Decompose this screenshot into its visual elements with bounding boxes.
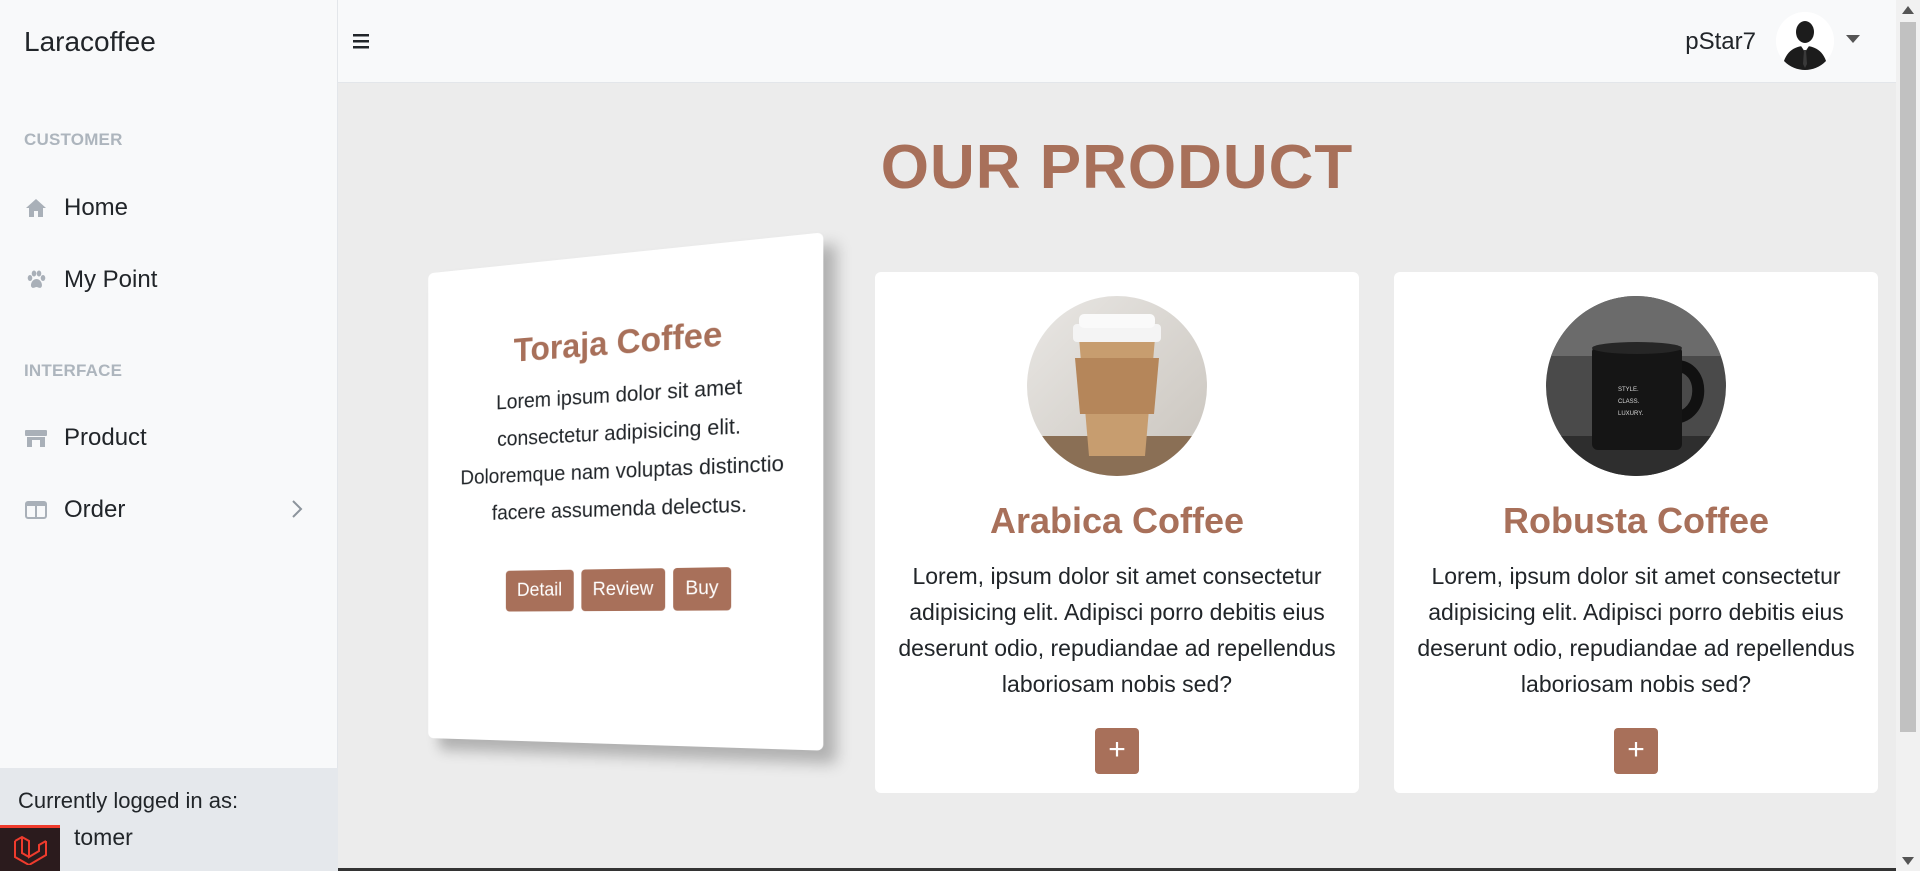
- product-description: Lorem, ipsum dolor sit amet consectetur …: [1416, 558, 1856, 702]
- sidebar-heading-customer: CUSTOMER: [24, 130, 123, 150]
- sidebar-item-label: Home: [64, 194, 128, 222]
- detail-button[interactable]: Detail: [506, 570, 574, 612]
- svg-text:LUXURY.: LUXURY.: [1618, 411, 1643, 417]
- logged-in-user: tomer: [18, 824, 320, 851]
- svg-text:STYLE.: STYLE.: [1618, 387, 1639, 393]
- product-image-paper-cup: [1027, 296, 1207, 476]
- sidebar: Laracoffee CUSTOMER Home My Point INTERF…: [0, 0, 338, 871]
- sidebar-heading-interface: INTERFACE: [24, 361, 122, 381]
- chevron-down-icon[interactable]: [1846, 35, 1860, 43]
- chevron-right-icon: [290, 498, 304, 527]
- review-button[interactable]: Review: [581, 568, 665, 611]
- username[interactable]: pStar7: [1685, 28, 1756, 56]
- page-title: OUR PRODUCT: [338, 132, 1896, 203]
- product-description: Lorem ipsum dolor sit amet consectetur a…: [446, 364, 802, 534]
- sidebar-item-label: Product: [64, 424, 147, 452]
- buy-button[interactable]: Buy: [673, 567, 731, 611]
- svg-text:CLASS.: CLASS.: [1618, 399, 1640, 405]
- logged-in-label: Currently logged in as:: [18, 788, 320, 814]
- topbar: pStar7: [338, 0, 1896, 83]
- product-image-black-mug: STYLE. CLASS. LUXURY.: [1546, 296, 1726, 476]
- product-description: Lorem, ipsum dolor sit amet consectetur …: [897, 558, 1337, 702]
- sidebar-item-label: My Point: [64, 266, 157, 294]
- sidebar-item-home[interactable]: Home: [24, 188, 314, 228]
- laravel-icon[interactable]: [0, 825, 60, 871]
- scroll-up-icon[interactable]: [1902, 6, 1914, 14]
- columns-icon: [24, 498, 48, 522]
- add-button[interactable]: +: [1095, 728, 1139, 774]
- sidebar-item-order[interactable]: Order: [24, 490, 314, 530]
- product-title: Toraja Coffee: [446, 308, 802, 375]
- add-button[interactable]: +: [1614, 728, 1658, 774]
- product-card-arabica: Arabica Coffee Lorem, ipsum dolor sit am…: [875, 272, 1359, 793]
- scroll-down-icon[interactable]: [1902, 857, 1914, 865]
- home-icon: [24, 196, 48, 220]
- menu-toggle-icon[interactable]: [348, 26, 378, 56]
- brand-title[interactable]: Laracoffee: [24, 26, 156, 58]
- product-card-robusta: STYLE. CLASS. LUXURY. Robusta Coffee Lor…: [1394, 272, 1878, 793]
- sidebar-item-my-point[interactable]: My Point: [24, 260, 314, 300]
- product-title: Arabica Coffee: [875, 500, 1359, 542]
- paw-icon: [24, 268, 48, 292]
- scrollbar-thumb[interactable]: [1900, 22, 1916, 732]
- avatar[interactable]: [1776, 12, 1834, 70]
- sidebar-item-label: Order: [64, 496, 125, 524]
- store-icon: [24, 426, 48, 450]
- product-title: Robusta Coffee: [1394, 500, 1878, 542]
- sidebar-item-product[interactable]: Product: [24, 418, 314, 458]
- vertical-scrollbar[interactable]: [1896, 0, 1920, 871]
- featured-product-card: Toraja Coffee Lorem ipsum dolor sit amet…: [428, 232, 823, 750]
